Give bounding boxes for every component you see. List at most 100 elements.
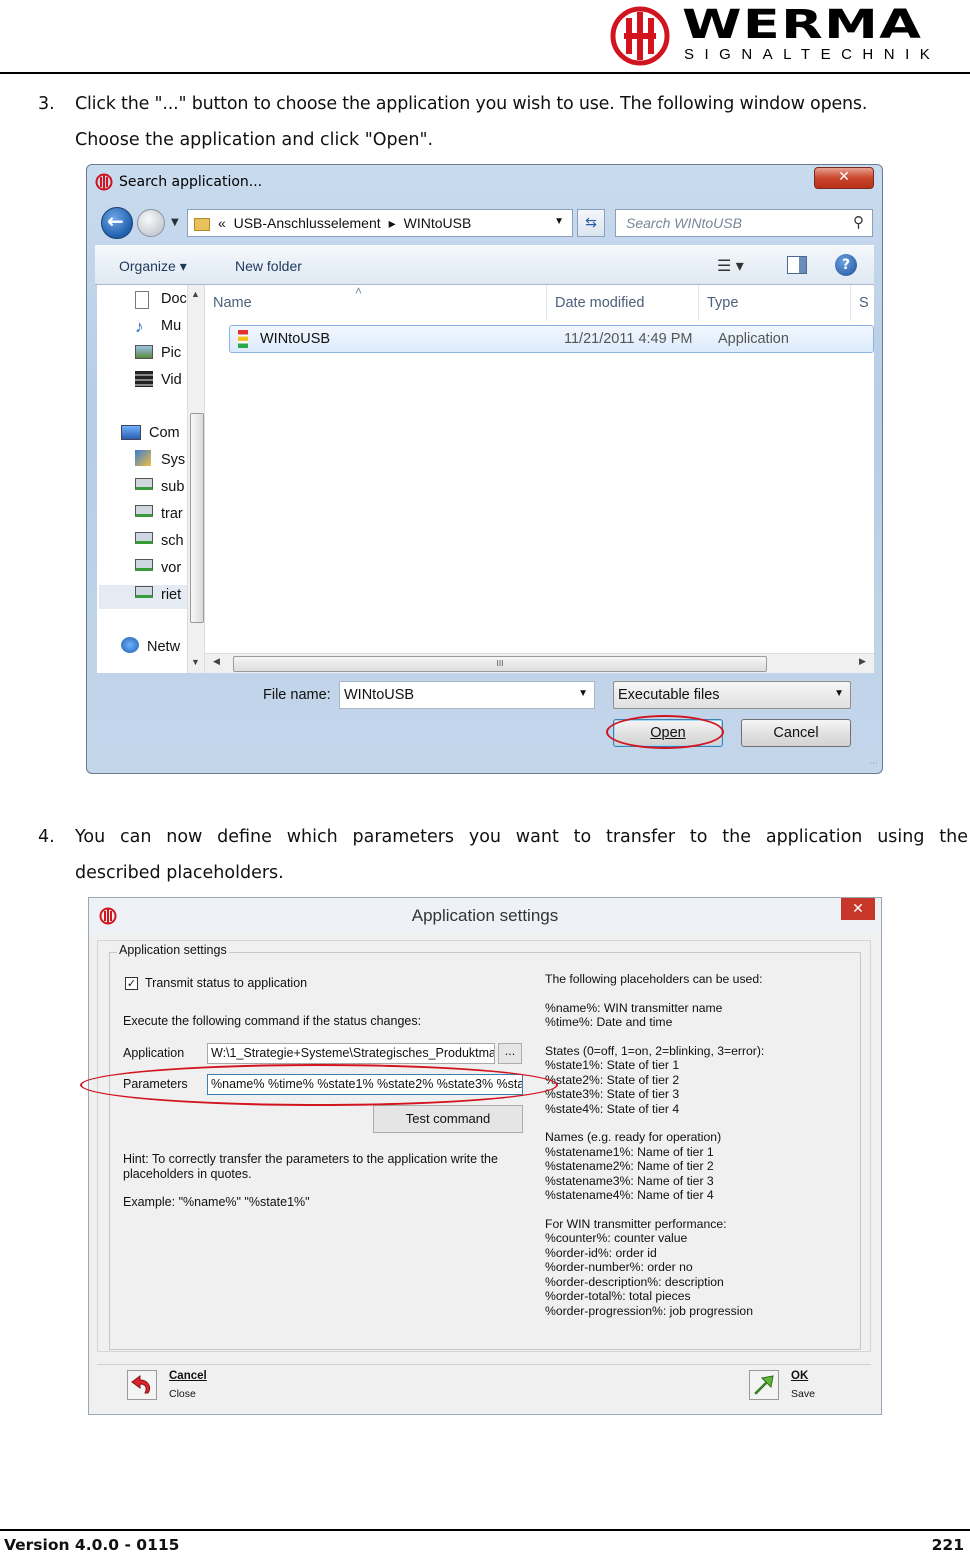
werma-logo-mark-icon xyxy=(610,6,670,66)
footer-rule xyxy=(0,1529,970,1531)
parameters-input[interactable]: %name% %time% %state1% %state2% %state3%… xyxy=(207,1074,523,1095)
file-name-input[interactable]: WINtoUSB ▼ xyxy=(339,681,595,709)
chevron-down-icon: ▼ xyxy=(834,688,844,699)
scroll-down-icon[interactable]: ▼ xyxy=(191,657,200,667)
file-date: 11/21/2011 4:49 PM xyxy=(564,331,693,347)
nav-item-drive[interactable]: sch xyxy=(161,533,184,549)
step-number: 4. xyxy=(38,827,55,847)
network-drive-icon xyxy=(135,505,153,517)
nav-item-system[interactable]: Sys xyxy=(161,452,185,468)
chevron-down-icon[interactable]: ▼ xyxy=(554,216,564,227)
nav-item-computer[interactable]: Com xyxy=(149,425,180,441)
hint-text: placeholders in quotes. xyxy=(123,1167,252,1181)
page-number: 221 xyxy=(931,1536,964,1554)
placeholder-item: %order-total%: total pieces xyxy=(545,1289,691,1303)
back-button[interactable] xyxy=(101,207,133,239)
organize-menu[interactable]: Organize ▾ xyxy=(119,258,187,275)
documents-icon xyxy=(135,291,149,309)
search-placeholder: Search WINtoUSB xyxy=(626,215,742,231)
cancel-button[interactable]: Cancel xyxy=(741,719,851,747)
recent-pages-dropdown[interactable]: ▼ xyxy=(171,217,179,228)
chevron-down-icon[interactable]: ▼ xyxy=(578,688,588,699)
column-date-modified[interactable]: Date modified xyxy=(547,285,699,321)
placeholder-item: %statename3%: Name of tier 3 xyxy=(545,1173,714,1188)
preview-pane-icon[interactable] xyxy=(787,256,807,274)
nav-item-music[interactable]: Mu xyxy=(161,318,181,334)
brand-tagline: SIGNALTECHNIK xyxy=(684,46,941,63)
system-icon xyxy=(135,450,151,466)
step-4: 4. You can now define which parameters y… xyxy=(38,819,968,891)
music-icon: ♪ xyxy=(135,317,144,336)
application-path-input[interactable]: W:\1_Strategie+Systeme\Strategisches_Pro… xyxy=(207,1043,495,1064)
placeholder-item: %statename4%: Name of tier 4 xyxy=(545,1188,714,1202)
file-type-filter[interactable]: Executable files ▼ xyxy=(613,681,851,709)
step-text-line-2: Choose the application and click "Open". xyxy=(75,130,434,150)
nav-scroll-thumb[interactable] xyxy=(190,413,204,623)
column-name[interactable]: Name xyxy=(205,273,547,321)
nav-item-drive[interactable]: vor xyxy=(161,560,181,576)
transmit-status-label[interactable]: Transmit status to application xyxy=(145,976,307,990)
dialog-titlebar: Application settings ✕ xyxy=(89,898,881,934)
computer-icon xyxy=(121,425,141,440)
application-icon xyxy=(238,330,248,348)
network-drive-icon xyxy=(135,586,153,598)
search-input[interactable]: Search WINtoUSB ⚲ xyxy=(615,209,873,237)
groupbox-label: Application settings xyxy=(117,943,229,957)
scroll-right-icon[interactable]: ▶ xyxy=(859,657,866,667)
breadcrumb-item[interactable]: USB-Anschlusselement xyxy=(234,215,381,231)
header-rule xyxy=(0,72,970,74)
footer-divider xyxy=(97,1364,871,1365)
open-button[interactable]: Open xyxy=(613,719,723,747)
scroll-up-icon[interactable]: ▲ xyxy=(191,289,200,299)
dialog-title: Application settings xyxy=(411,906,559,925)
change-view-icon[interactable]: ☰ ▾ xyxy=(717,256,744,276)
column-size[interactable]: S xyxy=(851,285,874,321)
horizontal-scrollbar[interactable]: ◀ III ▶ xyxy=(205,653,874,673)
refresh-button[interactable]: ⇆ xyxy=(577,209,605,237)
resize-grip-icon[interactable]: ⋯ xyxy=(869,759,878,769)
ok-subtitle: Save xyxy=(791,1388,815,1400)
column-type[interactable]: Type xyxy=(699,285,851,321)
close-button[interactable]: ✕ xyxy=(841,898,875,920)
placeholder-section-title: States (0=off, 1=on, 2=blinking, 3=error… xyxy=(545,1043,765,1058)
address-overflow: « xyxy=(218,215,226,231)
address-bar[interactable]: « USB-Anschlusselement ▸ WINtoUSB ▼ xyxy=(187,209,573,237)
step-text-line-1: Click the "..." button to choose the app… xyxy=(75,94,868,114)
step-text-line-2: described placeholders. xyxy=(75,863,284,883)
nav-item-drive-selected[interactable]: riet xyxy=(161,587,181,603)
werma-app-icon xyxy=(95,173,113,191)
help-icon[interactable]: ? xyxy=(835,254,857,276)
horizontal-scroll-thumb[interactable]: III xyxy=(233,656,767,672)
placeholder-item: %counter%: counter value xyxy=(545,1231,688,1245)
application-label: Application xyxy=(123,1046,185,1060)
step-text-line-1: You can now define which parameters you … xyxy=(75,827,968,847)
nav-item-drive[interactable]: sub xyxy=(161,479,184,495)
file-type: Application xyxy=(718,331,789,347)
placeholder-item: %state2%: State of tier 2 xyxy=(545,1072,680,1087)
transmit-status-checkbox[interactable]: ✓ xyxy=(125,977,138,990)
forward-button[interactable] xyxy=(137,209,165,237)
ok-save-button[interactable] xyxy=(749,1370,779,1400)
nav-item-documents[interactable]: Doc xyxy=(161,291,187,307)
breadcrumb-item[interactable]: WINtoUSB xyxy=(404,215,472,231)
close-button[interactable]: ✕ xyxy=(814,167,874,189)
scroll-left-icon[interactable]: ◀ xyxy=(213,657,220,667)
nav-item-videos[interactable]: Vid xyxy=(161,372,182,388)
hint-text: Hint: To correctly transfer the paramete… xyxy=(123,1152,498,1166)
nav-item-pictures[interactable]: Pic xyxy=(161,345,181,361)
test-command-button[interactable]: Test command xyxy=(373,1105,523,1133)
browse-button[interactable]: ... xyxy=(498,1043,522,1064)
cancel-title[interactable]: Cancel xyxy=(169,1370,207,1382)
file-row[interactable]: WINtoUSB 11/21/2011 4:49 PM Application xyxy=(229,325,874,353)
new-folder-button[interactable]: New folder xyxy=(235,258,302,274)
nav-item-network[interactable]: Netw xyxy=(147,639,180,655)
placeholder-item: %state4%: State of tier 4 xyxy=(545,1101,680,1116)
cancel-close-button[interactable] xyxy=(127,1370,157,1400)
nav-scrollbar[interactable]: ▲ ▼ xyxy=(187,285,204,673)
open-file-dialog: Search application... ✕ ▼ « USB-Anschlus… xyxy=(86,164,883,774)
step-3: 3. Click the "..." button to choose the … xyxy=(38,86,966,158)
ok-title[interactable]: OK xyxy=(791,1370,808,1382)
navigation-pane: Doc ♪ Mu Pic Vid Com Sys sub trar sch vo… xyxy=(97,285,205,673)
placeholder-item: %state1%: State of tier 1 xyxy=(545,1058,680,1072)
nav-item-drive[interactable]: trar xyxy=(161,506,183,522)
